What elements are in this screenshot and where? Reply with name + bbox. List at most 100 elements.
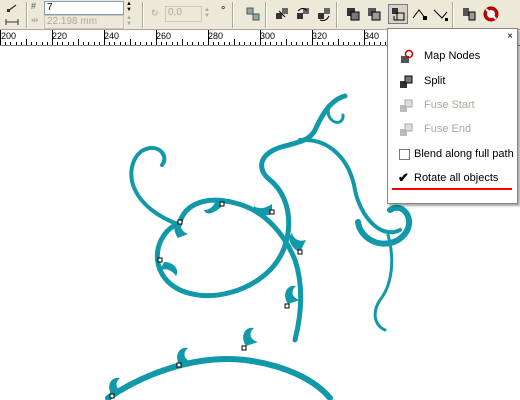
ruler-tick <box>228 42 230 45</box>
ruler-tick <box>93 42 95 45</box>
spacing-input[interactable]: 22.198 mm <box>44 15 124 29</box>
menu-item-label: Split <box>424 75 446 87</box>
ruler-tick <box>265 42 267 45</box>
ruler-tick <box>291 42 293 45</box>
ruler-tick <box>140 42 142 45</box>
ruler-tick <box>301 42 303 45</box>
ruler-tick <box>67 42 69 45</box>
ruler-tick <box>327 42 329 45</box>
right-vine-stroke <box>298 137 402 235</box>
lower-right-stroke <box>373 233 394 332</box>
ruler-tick <box>223 42 225 45</box>
ruler-tick <box>202 42 204 45</box>
ruler-tick <box>296 42 298 45</box>
ruler-tick <box>332 42 334 45</box>
spiral-vine-stroke <box>154 93 348 298</box>
ruler-tick <box>46 42 48 45</box>
ruler-tick <box>244 42 246 45</box>
checkmark-icon: ✔ <box>398 170 409 185</box>
ruler-tick <box>348 42 350 45</box>
ruler-tick <box>187 42 189 45</box>
ruler-tick <box>379 42 381 45</box>
ruler-tick <box>275 42 277 45</box>
ruler-label: 220 <box>52 31 68 41</box>
ruler-tick <box>124 42 126 45</box>
copy-blend-properties-icon[interactable] <box>459 4 479 24</box>
ruler-tick <box>135 42 137 45</box>
ruler-tick <box>109 42 111 45</box>
ruler-tick <box>322 42 324 45</box>
menu-item-blend-along-full-path[interactable]: Blend along full path <box>388 144 517 166</box>
clockwise-blend-icon[interactable] <box>293 4 313 24</box>
ruler-label: 340 <box>364 31 380 41</box>
color-acceleration-icon[interactable] <box>364 4 384 24</box>
menu-item-label: Blend along full path <box>414 148 514 160</box>
menu-item-fuse-start[interactable]: Fuse Start <box>388 95 517 117</box>
ruler-tick <box>156 30 157 45</box>
path-properties-icon[interactable] <box>431 4 451 24</box>
ruler-tick <box>343 42 345 45</box>
ruler-tick <box>197 42 199 45</box>
ruler-tick <box>369 42 371 45</box>
steps-icon: # <box>31 1 37 11</box>
more-blend-options-icon[interactable] <box>388 4 408 24</box>
ruler-tick <box>36 42 38 45</box>
ruler-tick <box>130 39 131 45</box>
blend-options-menu: × Map Nodes Split Fuse Start Fuse End Bl… <box>387 28 518 204</box>
loop-blend-icon[interactable] <box>243 4 263 24</box>
menu-item-rotate-all-objects[interactable]: ✔ Rotate all objects <box>388 168 517 190</box>
direct-blend-icon[interactable] <box>272 4 292 24</box>
ruler-tick <box>114 42 116 45</box>
ruler-tick <box>62 42 64 45</box>
ruler-tick <box>57 42 59 45</box>
ruler-tick <box>78 39 79 45</box>
separator <box>336 2 338 28</box>
ruler-tick <box>72 42 74 45</box>
ruler-tick <box>280 42 282 45</box>
blend-steps-icon[interactable] <box>3 1 21 15</box>
start-end-properties-icon[interactable] <box>410 4 430 24</box>
ruler-label: 320 <box>312 31 328 41</box>
ruler-tick <box>364 30 365 45</box>
spacing-spinner[interactable]: ▲ ▼ <box>124 15 134 29</box>
blend-along-full-path-checkbox[interactable] <box>399 149 410 160</box>
separator <box>452 2 454 28</box>
ruler-tick <box>182 39 183 45</box>
menu-item-map-nodes[interactable]: Map Nodes <box>388 46 517 68</box>
menu-item-split[interactable]: Split <box>388 71 517 93</box>
blend-spacing-icon[interactable] <box>3 15 21 29</box>
separator <box>265 2 267 28</box>
degree-label: ° <box>221 5 226 17</box>
close-icon[interactable]: × <box>507 31 513 42</box>
ruler-tick <box>218 42 220 45</box>
ruler-label: 240 <box>104 31 120 41</box>
ruler-label: 200 <box>1 31 17 41</box>
rotation-icon: ↻ <box>151 8 159 18</box>
ruler-tick <box>161 42 163 45</box>
menu-item-label: Rotate all objects <box>414 172 499 184</box>
rotation-spinner[interactable]: ▲ ▼ <box>202 7 212 21</box>
ruler-tick <box>239 42 241 45</box>
menu-item-fuse-end[interactable]: Fuse End <box>388 119 517 141</box>
steps-spinner[interactable]: ▲ ▼ <box>124 1 134 15</box>
separator <box>26 2 28 28</box>
object-acceleration-icon[interactable] <box>343 4 363 24</box>
ruler-tick <box>150 42 152 45</box>
fuse-end-icon <box>398 122 414 138</box>
ruler-label: 280 <box>208 31 224 41</box>
menu-item-label: Map Nodes <box>424 50 481 62</box>
steps-input[interactable]: 7 <box>44 1 124 15</box>
clear-blend-icon[interactable] <box>481 4 501 24</box>
ruler-tick <box>20 42 22 45</box>
inner-vine-stroke <box>177 197 304 343</box>
ruler-tick <box>10 42 12 45</box>
ruler-tick <box>41 42 43 45</box>
ruler-tick <box>208 30 209 45</box>
ruler-tick <box>145 42 147 45</box>
ruler-tick <box>317 42 319 45</box>
property-bar: # 7 ▲ ▼ ⇹ 22.198 mm ▲ ▼ ↻ 0,0 ▲ ▼ ° <box>0 0 520 30</box>
ruler-tick <box>5 42 7 45</box>
counterclockwise-blend-icon[interactable] <box>314 4 334 24</box>
rotation-input[interactable]: 0,0 <box>165 6 202 22</box>
left-curl-stroke <box>129 145 182 227</box>
